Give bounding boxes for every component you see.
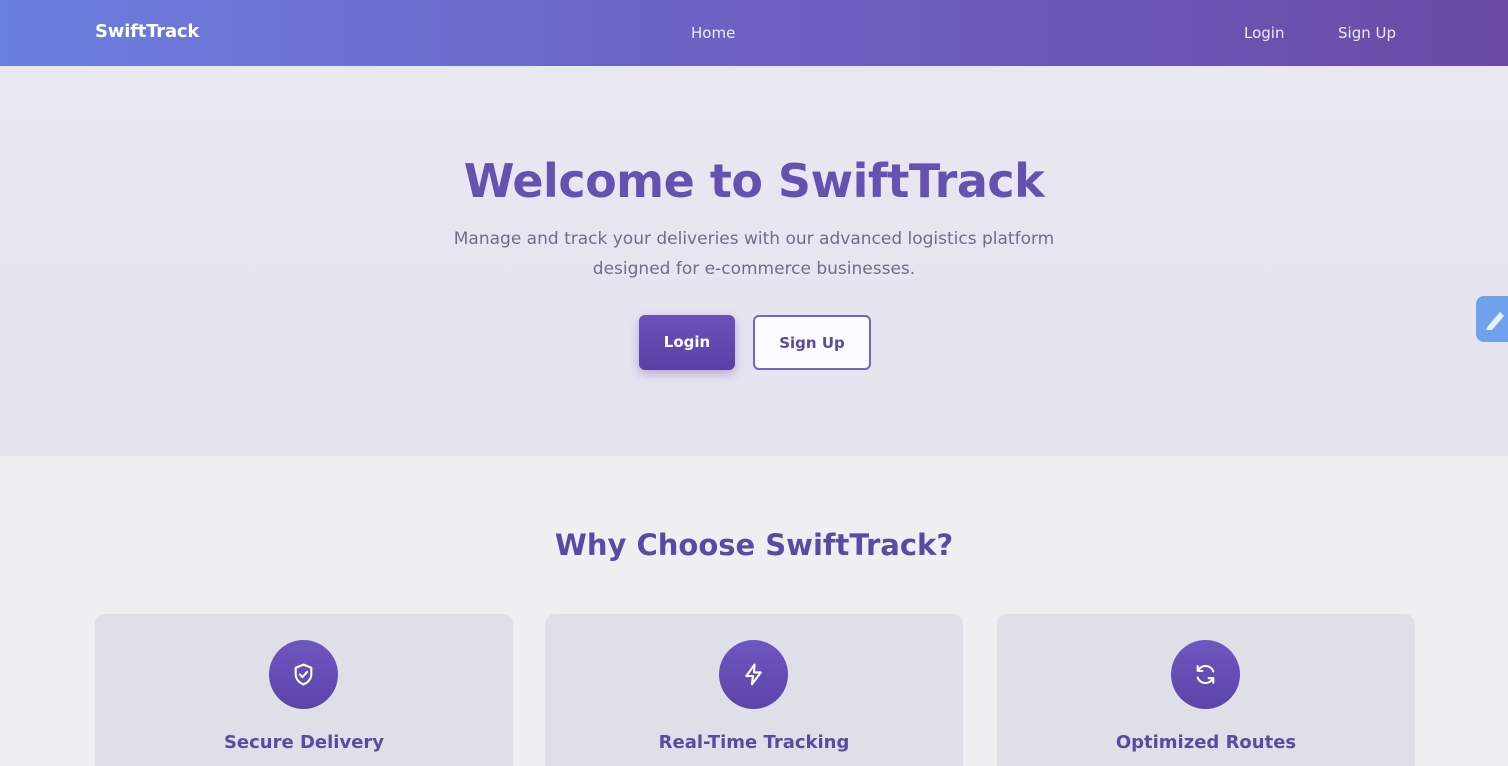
pencil-icon <box>1486 312 1504 330</box>
refresh-icon <box>1196 664 1215 685</box>
hero-title: Welcome to SwiftTrack <box>463 154 1045 208</box>
hero-login-button[interactable]: Login <box>639 315 735 370</box>
feature-card-secure-delivery: Secure Delivery <box>95 614 513 766</box>
nav-link-home[interactable]: Home <box>691 24 735 42</box>
hero-subtitle: Manage and track your deliveries with ou… <box>404 224 1104 284</box>
feature-card-title: Optimized Routes <box>1115 732 1297 753</box>
feature-card-title: Real-Time Tracking <box>658 732 850 753</box>
nav-link-login[interactable]: Login <box>1244 24 1284 42</box>
hero-section: Welcome to SwiftTrack Manage and track y… <box>0 66 1508 456</box>
card-icon-circle <box>269 640 338 709</box>
brand-logo[interactable]: SwiftTrack <box>95 21 199 42</box>
hero-signup-button[interactable]: Sign Up <box>753 315 871 370</box>
feature-card-optimized-routes: Optimized Routes <box>997 614 1415 766</box>
hero-subtitle-line-2: designed for e-commerce businesses. <box>592 259 916 279</box>
card-icon-circle <box>1171 640 1240 709</box>
features-title: Why Choose SwiftTrack? <box>554 528 954 562</box>
nav-link-signup[interactable]: Sign Up <box>1338 24 1396 42</box>
top-navbar: SwiftTrack Home Login Sign Up <box>0 0 1508 66</box>
lightning-icon <box>745 663 762 686</box>
side-edit-tab[interactable] <box>1476 296 1508 342</box>
hero-subtitle-line-1: Manage and track your deliveries with ou… <box>453 229 1055 249</box>
feature-card-real-time-tracking: Real-Time Tracking <box>545 614 963 766</box>
card-icon-circle <box>719 640 788 709</box>
feature-card-title: Secure Delivery <box>223 732 385 753</box>
shield-check-icon <box>294 663 313 686</box>
features-section: Why Choose SwiftTrack? Secure Delivery R… <box>0 456 1508 766</box>
